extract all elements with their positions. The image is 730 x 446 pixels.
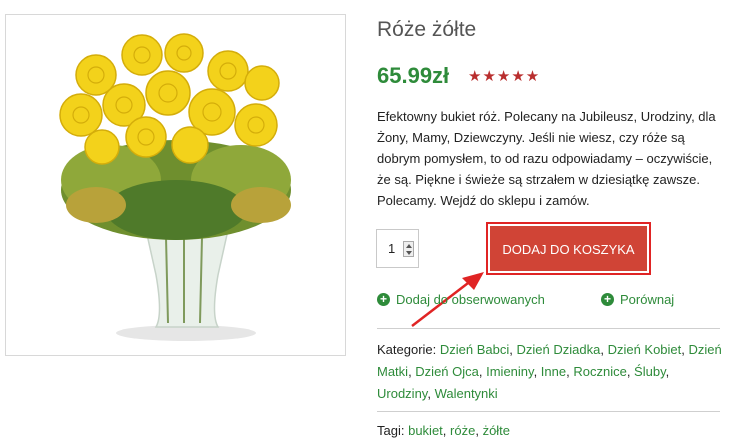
quantity-spin-buttons[interactable] [403, 241, 414, 257]
divider [377, 328, 720, 329]
quantity-stepper[interactable]: 1 [376, 229, 419, 268]
tag-link[interactable]: żółte [483, 423, 510, 438]
compare-link[interactable]: + Porównaj [601, 292, 674, 307]
tag-link[interactable]: bukiet [408, 423, 443, 438]
category-link[interactable]: Rocznice [573, 364, 626, 379]
product-description: Efektowny bukiet róż. Polecany na Jubile… [377, 109, 716, 208]
divider [377, 411, 720, 412]
category-link[interactable]: Dzień Ojca [415, 364, 479, 379]
compare-label[interactable]: Porównaj [620, 292, 674, 307]
category-link[interactable]: Inne [541, 364, 566, 379]
tag-link[interactable]: róże [450, 423, 475, 438]
category-link[interactable]: Walentynki [435, 386, 498, 401]
chevron-down-icon[interactable] [406, 251, 412, 255]
rating-stars: ★★★★★ [468, 68, 541, 85]
wishlist-label[interactable]: Dodaj do obserwowanych [396, 292, 545, 307]
categories-section: Kategorie: Dzień Babci, Dzień Dziadka, D… [377, 342, 722, 401]
product-image[interactable] [5, 14, 346, 356]
category-link[interactable]: Dzień Babci [440, 342, 509, 357]
quantity-value[interactable]: 1 [388, 241, 395, 256]
add-to-cart-button[interactable]: DODAJ DO KOSZYKA [490, 226, 647, 271]
category-link[interactable]: Śluby [634, 364, 666, 379]
tags-section: Tagi: bukiet, róże, żółte [377, 423, 511, 438]
category-link[interactable]: Dzień Kobiet [608, 342, 682, 357]
category-link[interactable]: Dzień Dziadka [517, 342, 601, 357]
category-link[interactable]: Urodziny [377, 386, 427, 401]
add-to-wishlist-link[interactable]: + Dodaj do obserwowanych [377, 292, 545, 307]
plus-circle-icon: + [601, 293, 614, 306]
categories-label: Kategorie: [377, 342, 437, 357]
rose-bouquet-image [59, 33, 291, 341]
plus-circle-icon: + [377, 293, 390, 306]
product-title: Róże żółte [377, 18, 477, 41]
chevron-up-icon[interactable] [406, 244, 412, 248]
category-link[interactable]: Imieniny [486, 364, 533, 379]
tags-label: Tagi: [377, 423, 405, 438]
product-price: 65.99zł [377, 63, 450, 88]
